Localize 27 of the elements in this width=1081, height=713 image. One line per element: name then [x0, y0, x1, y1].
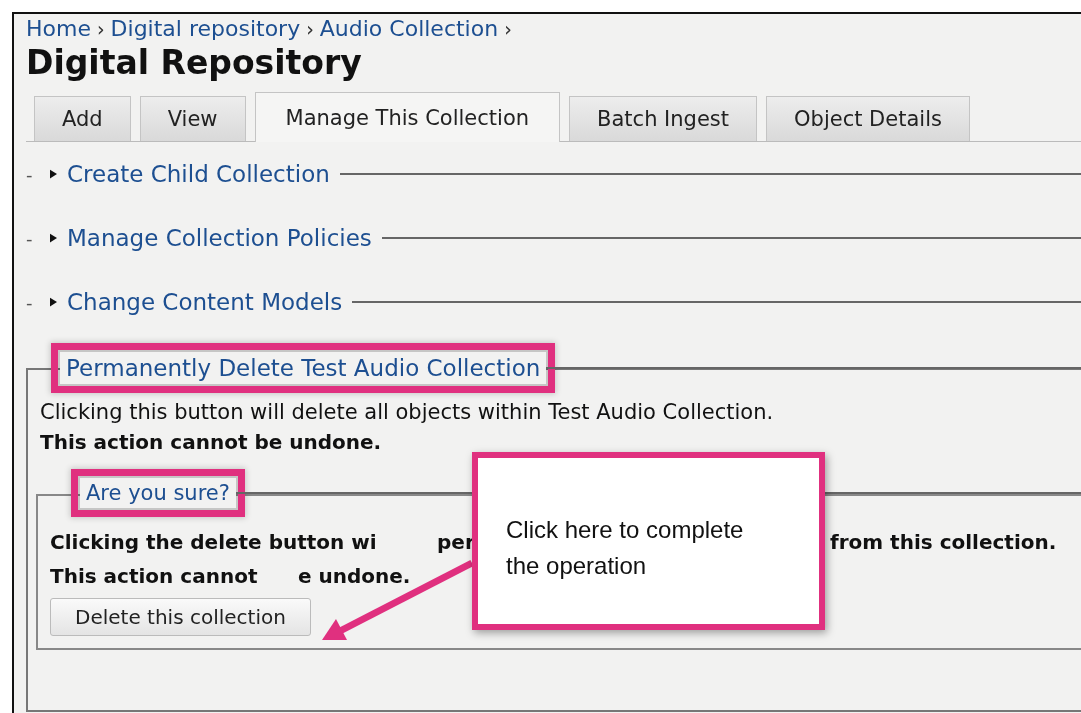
warning-text: e undone. — [298, 564, 411, 588]
warning-text: This action cannot — [50, 564, 258, 588]
tab[interactable]: Manage This Collection — [254, 92, 561, 142]
tab[interactable]: Batch Ingest — [569, 96, 758, 141]
tab[interactable]: Object Details — [766, 96, 970, 141]
breadcrumb-link[interactable]: Home — [26, 16, 91, 41]
tab[interactable]: Add — [34, 96, 131, 141]
breadcrumb-separator: › — [96, 18, 105, 40]
annotation-text: Click here to complete the operation — [506, 515, 745, 581]
description-text: Clicking this button will delete all objects within Test Audio Collection. — [40, 400, 775, 424]
breadcrumb-link[interactable]: Audio Collection — [319, 16, 499, 41]
warning-text: from this collection. — [830, 530, 1057, 554]
page-title: Digital Repository — [26, 43, 363, 82]
breadcrumb-separator: › — [504, 18, 512, 40]
collapse-toggle[interactable]: - — [26, 291, 40, 313]
breadcrumb-link[interactable]: Digital repository — [110, 16, 301, 41]
collapse-toggle[interactable]: - — [26, 163, 40, 185]
delete-button[interactable]: Delete this collection — [50, 598, 311, 636]
section-link[interactable]: Manage Collection Policies — [67, 225, 372, 251]
breadcrumb-separator: › — [306, 18, 314, 40]
warning-text: This action cannot be undone. — [40, 430, 382, 454]
collapse-toggle[interactable]: - — [26, 227, 40, 249]
warning-text: Clicking the delete button wi — [50, 530, 377, 554]
section-link[interactable]: Change Content Models — [67, 289, 343, 315]
warning-text: per — [437, 530, 475, 554]
section-link[interactable]: Create Child Collection — [67, 161, 330, 187]
tab[interactable]: View — [139, 96, 246, 141]
